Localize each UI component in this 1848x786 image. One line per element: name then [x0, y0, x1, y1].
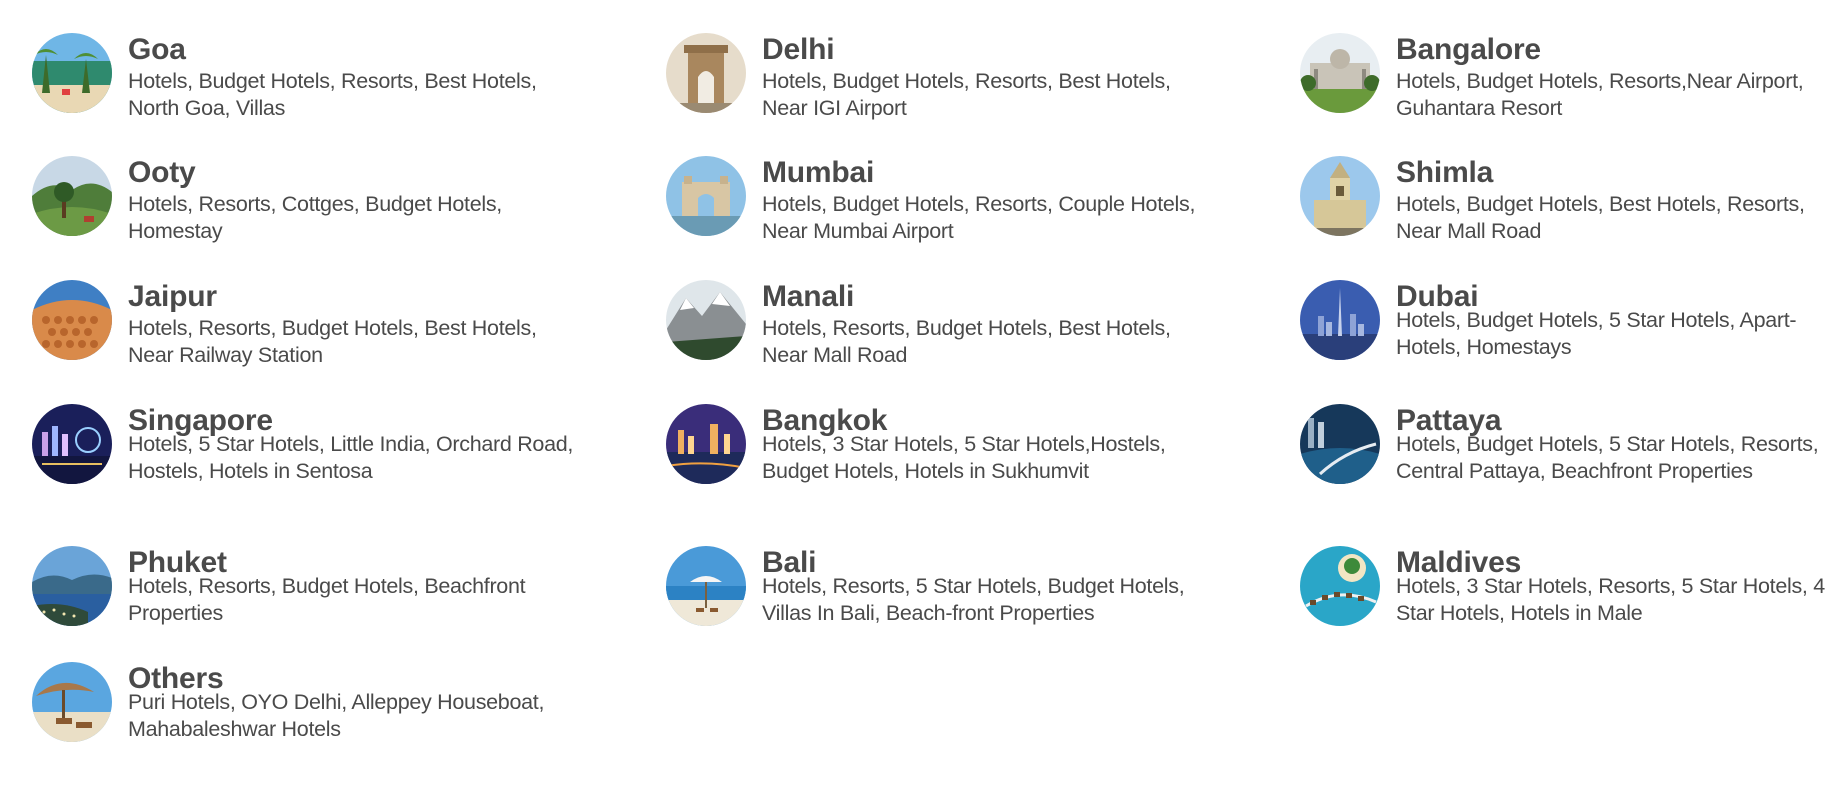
phuket-bay-icon[interactable] [32, 546, 112, 626]
city-links[interactable]: Hotels, Budget Hotels, Resorts,Near Airp… [1396, 68, 1848, 122]
city-links[interactable]: Puri Hotels, OYO Delhi, Alleppey Housebo… [128, 689, 584, 743]
city-links[interactable]: Hotels, Resorts, 5 Star Hotels, Budget H… [762, 573, 1218, 627]
bangkok-night-icon[interactable] [666, 404, 746, 484]
city-name[interactable]: Shimla [1396, 156, 1848, 190]
hawa-mahal-icon[interactable] [32, 280, 112, 360]
city-links[interactable]: Hotels, Budget Hotels, Resorts, Best Hot… [762, 68, 1218, 122]
city-links[interactable]: Hotels, Budget Hotels, 5 Star Hotels, Ap… [1396, 307, 1848, 361]
beach-hut-icon[interactable] [32, 662, 112, 742]
singapore-marina-icon[interactable] [32, 404, 112, 484]
city-links[interactable]: Hotels, Resorts, Budget Hotels, Best Hot… [762, 315, 1218, 369]
maldives-island-icon[interactable] [1300, 546, 1380, 626]
city-links[interactable]: Hotels, 5 Star Hotels, Little India, Orc… [128, 431, 584, 485]
city-links[interactable]: Hotels, Budget Hotels, Best Hotels, Reso… [1396, 191, 1848, 245]
city-links[interactable]: Hotels, Budget Hotels, Resorts, Best Hot… [128, 68, 584, 122]
city-links[interactable]: Hotels, 3 Star Hotels, Resorts, 5 Star H… [1396, 573, 1848, 627]
goa-beach-icon[interactable] [32, 33, 112, 113]
ooty-hills-icon[interactable] [32, 156, 112, 236]
city-name[interactable]: Ooty [128, 156, 584, 190]
city-links[interactable]: Hotels, Resorts, Budget Hotels, Best Hot… [128, 315, 584, 369]
city-name[interactable]: Jaipur [128, 280, 584, 314]
pattaya-coast-icon[interactable] [1300, 404, 1380, 484]
city-name[interactable]: Delhi [762, 33, 1218, 67]
gateway-of-india-icon[interactable] [666, 156, 746, 236]
palace-icon[interactable] [1300, 33, 1380, 113]
snow-mountain-icon[interactable] [666, 280, 746, 360]
shimla-church-icon[interactable] [1300, 156, 1380, 236]
city-links[interactable]: Hotels, Resorts, Budget Hotels, Beachfro… [128, 573, 584, 627]
city-name[interactable]: Goa [128, 33, 584, 67]
dubai-skyline-icon[interactable] [1300, 280, 1380, 360]
city-links[interactable]: Hotels, Budget Hotels, 5 Star Hotels, Re… [1396, 431, 1848, 485]
city-name[interactable]: Manali [762, 280, 1218, 314]
city-name[interactable]: Bangalore [1396, 33, 1848, 67]
city-links[interactable]: Hotels, 3 Star Hotels, 5 Star Hotels,Hos… [762, 431, 1218, 485]
city-links[interactable]: Hotels, Budget Hotels, Resorts, Couple H… [762, 191, 1218, 245]
city-name[interactable]: Mumbai [762, 156, 1218, 190]
india-gate-icon[interactable] [666, 33, 746, 113]
city-links[interactable]: Hotels, Resorts, Cottges, Budget Hotels,… [128, 191, 584, 245]
bali-beach-icon[interactable] [666, 546, 746, 626]
